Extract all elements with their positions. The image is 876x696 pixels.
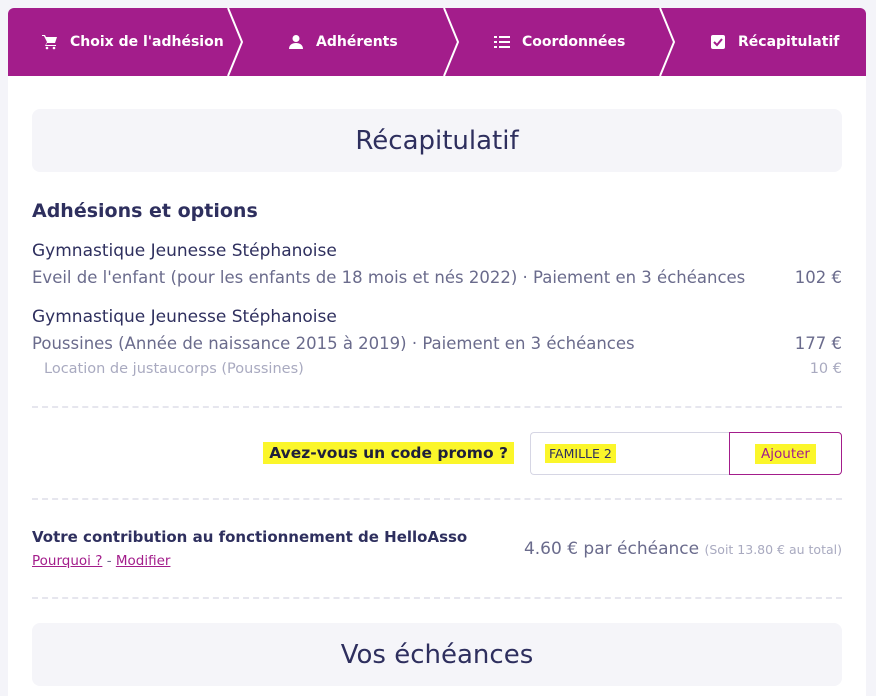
add-promo-label: Ajouter — [755, 443, 816, 464]
contribution-amount-value: 4.60 € par échéance — [523, 539, 700, 559]
promo-code-input[interactable]: FAMILLE 2 — [530, 432, 730, 475]
add-promo-button[interactable]: Ajouter — [729, 432, 842, 475]
step-separator — [227, 8, 244, 76]
why-link[interactable]: Pourquoi ? — [32, 553, 102, 569]
link-separator: - — [106, 553, 112, 569]
step-adherents[interactable]: Adhérents — [288, 8, 398, 76]
divider — [32, 498, 842, 500]
step-label: Récapitulatif — [738, 34, 840, 50]
item-description: Eveil de l'enfant (pour les enfants de 1… — [32, 268, 746, 287]
step-separator — [443, 8, 460, 76]
contribution-links: Pourquoi ? - Modifier — [32, 553, 170, 569]
step-separator — [659, 8, 676, 76]
contribution-title: Votre contribution au fonctionnement de … — [32, 528, 468, 546]
step-label: Adhérents — [316, 34, 398, 50]
checkout-stepper: Choix de l'adhésion Adhérents Coordonnée… — [8, 8, 866, 76]
divider — [32, 406, 842, 408]
recap-card: Récapitulatif Adhésions et options Gymna… — [8, 76, 866, 696]
contribution-total-note: (Soit 13.80 € au total) — [704, 542, 842, 557]
step-coordonnees[interactable]: Coordonnées — [494, 8, 625, 76]
edit-contribution-link[interactable]: Modifier — [116, 553, 171, 569]
list-icon — [494, 34, 510, 50]
user-icon — [288, 34, 304, 50]
cart-icon — [42, 34, 58, 50]
item-price: 177 € — [794, 334, 842, 353]
item-org: Gymnastique Jeunesse Stéphanoise — [32, 241, 337, 261]
item-price: 102 € — [794, 268, 842, 287]
divider — [32, 597, 842, 599]
step-recapitulatif[interactable]: Récapitulatif — [710, 8, 839, 76]
contribution-amount: 4.60 € par échéance (Soit 13.80 € au tot… — [524, 539, 842, 559]
checkbox-icon — [710, 34, 726, 50]
step-label: Coordonnées — [522, 34, 626, 50]
section-title: Adhésions et options — [32, 200, 258, 222]
promo-code-value: FAMILLE 2 — [545, 444, 616, 463]
option-price: 10 € — [809, 361, 842, 377]
step-label: Choix de l'adhésion — [70, 34, 224, 50]
option-label: Location de justaucorps (Poussines) — [44, 361, 304, 377]
schedule-title: Vos échéances — [32, 623, 842, 686]
promo-label: Avez-vous un code promo ? — [263, 442, 514, 464]
step-choix-adhesion[interactable]: Choix de l'adhésion — [42, 8, 224, 76]
item-description: Poussines (Année de naissance 2015 à 201… — [32, 334, 635, 353]
item-org: Gymnastique Jeunesse Stéphanoise — [32, 307, 337, 327]
recap-title: Récapitulatif — [32, 109, 842, 172]
